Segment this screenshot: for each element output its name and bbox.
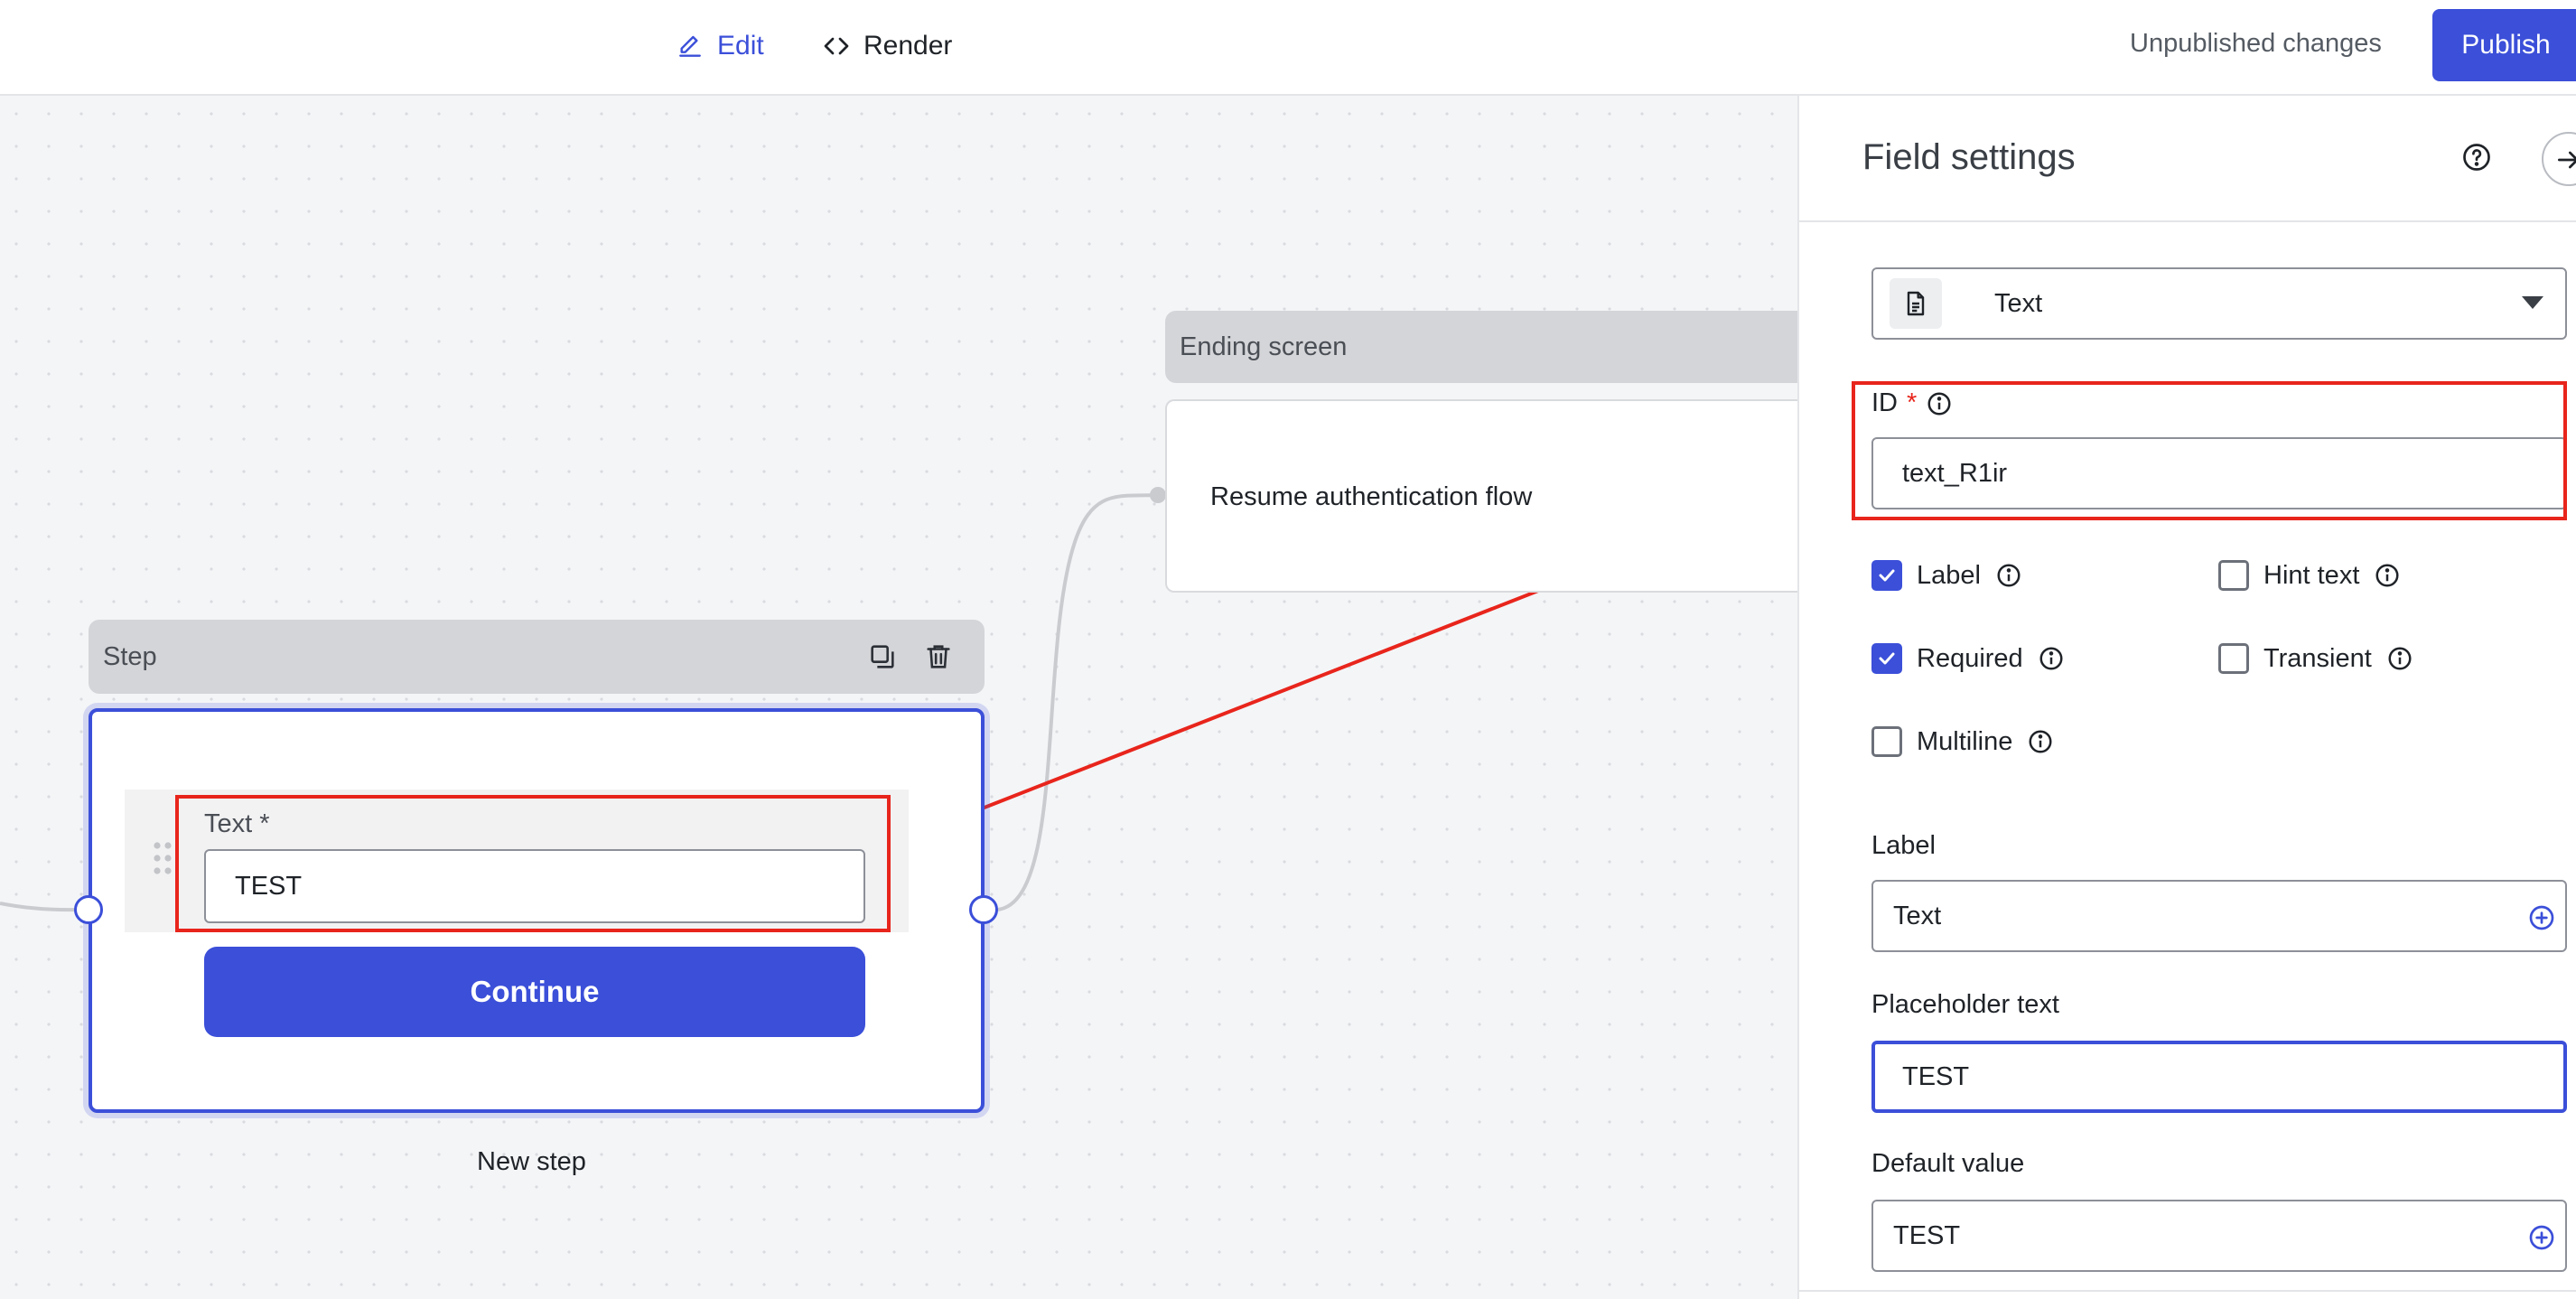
field-type-select[interactable]: Text <box>1871 267 2567 340</box>
incoming-connector <box>0 902 79 912</box>
ending-screen-header[interactable]: Ending screen <box>1165 311 1815 383</box>
copy-icon[interactable] <box>867 641 898 672</box>
id-label: ID <box>1871 388 1898 417</box>
step-to-ending-connector <box>996 493 1157 911</box>
ending-screen-body: Resume authentication flow <box>1210 482 1533 511</box>
checkbox-multiline[interactable]: Multiline <box>1871 726 2054 757</box>
checkbox-transient-label: Transient <box>2263 643 2372 673</box>
ending-screen-card[interactable]: Resume authentication flow <box>1165 399 1815 593</box>
field-type-value: Text <box>1994 289 2043 318</box>
trash-icon[interactable] <box>923 641 954 672</box>
step-title: Step <box>103 641 157 671</box>
checkbox-label-box[interactable] <box>1871 560 1902 591</box>
default-value-title: Default value <box>1871 1149 2025 1178</box>
document-icon-wrap <box>1890 278 1942 329</box>
info-icon[interactable] <box>1995 562 2022 589</box>
checkbox-transient-box[interactable] <box>2218 643 2249 674</box>
panel-divider <box>1799 220 2576 222</box>
info-icon[interactable] <box>2038 645 2065 672</box>
checkbox-required-label: Required <box>1917 643 2023 673</box>
step-header[interactable]: Step <box>89 620 985 694</box>
continue-button[interactable]: Continue <box>204 947 865 1037</box>
panel-title: Field settings <box>1862 137 2076 177</box>
checkbox-hint-text-box[interactable] <box>2218 560 2249 591</box>
label-input[interactable]: Text <box>1871 880 2567 952</box>
plus-circle-icon[interactable] <box>2527 1223 2556 1252</box>
checkbox-required-box[interactable] <box>1871 643 1902 674</box>
plus-circle-icon[interactable] <box>2527 903 2556 932</box>
id-label-row: ID * <box>1871 388 1953 418</box>
id-value: text_R1ir <box>1902 458 2008 488</box>
text-field-input[interactable]: TEST <box>204 849 865 923</box>
text-field-block[interactable]: Text * TEST <box>125 790 909 932</box>
id-required-mark: * <box>1907 388 1918 417</box>
drag-handle-icon[interactable] <box>152 840 173 876</box>
checkbox-hint-text-label: Hint text <box>2263 560 2360 590</box>
default-value: TEST <box>1893 1220 1961 1250</box>
checkbox-label[interactable]: Label <box>1871 560 2022 591</box>
step-caption: New step <box>477 1147 586 1176</box>
check-icon <box>1879 569 1895 582</box>
default-value-input[interactable]: TEST <box>1871 1200 2567 1272</box>
field-settings-panel: Field settings Text ID * text_R1ir Label… <box>1797 96 2576 1299</box>
document-icon <box>1907 291 1925 316</box>
text-field-value: TEST <box>235 871 303 901</box>
arrow-right-icon <box>2558 151 2576 169</box>
check-icon <box>1879 652 1895 665</box>
help-icon[interactable] <box>2460 141 2493 173</box>
close-panel-button[interactable] <box>2542 132 2576 186</box>
step-input-handle[interactable] <box>74 895 103 924</box>
checkbox-multiline-label: Multiline <box>1917 726 2013 756</box>
text-field-label: Text * <box>204 809 270 838</box>
placeholder-input[interactable]: TEST <box>1871 1041 2567 1113</box>
step-card[interactable]: Text * TEST Continue <box>89 708 985 1113</box>
id-input[interactable]: text_R1ir <box>1871 437 2567 509</box>
checkbox-label-text: Label <box>1917 560 1981 590</box>
info-icon[interactable] <box>2386 645 2413 672</box>
checkbox-transient[interactable]: Transient <box>2218 643 2413 674</box>
caret-down-icon <box>2522 296 2543 309</box>
placeholder-value: TEST <box>1902 1061 1970 1091</box>
placeholder-field-title: Placeholder text <box>1871 990 2059 1019</box>
label-value: Text <box>1893 901 1942 930</box>
panel-bottom-divider <box>1799 1290 2576 1292</box>
label-field-title: Label <box>1871 831 1936 860</box>
info-icon[interactable] <box>1926 390 1953 417</box>
checkbox-multiline-box[interactable] <box>1871 726 1902 757</box>
connector-endpoint <box>1150 487 1166 503</box>
info-icon[interactable] <box>2374 562 2401 589</box>
info-icon[interactable] <box>2027 728 2054 755</box>
checkbox-required[interactable]: Required <box>1871 643 2065 674</box>
checkbox-hint-text[interactable]: Hint text <box>2218 560 2401 591</box>
ending-screen-title: Ending screen <box>1180 332 1348 361</box>
step-output-handle[interactable] <box>969 895 998 924</box>
